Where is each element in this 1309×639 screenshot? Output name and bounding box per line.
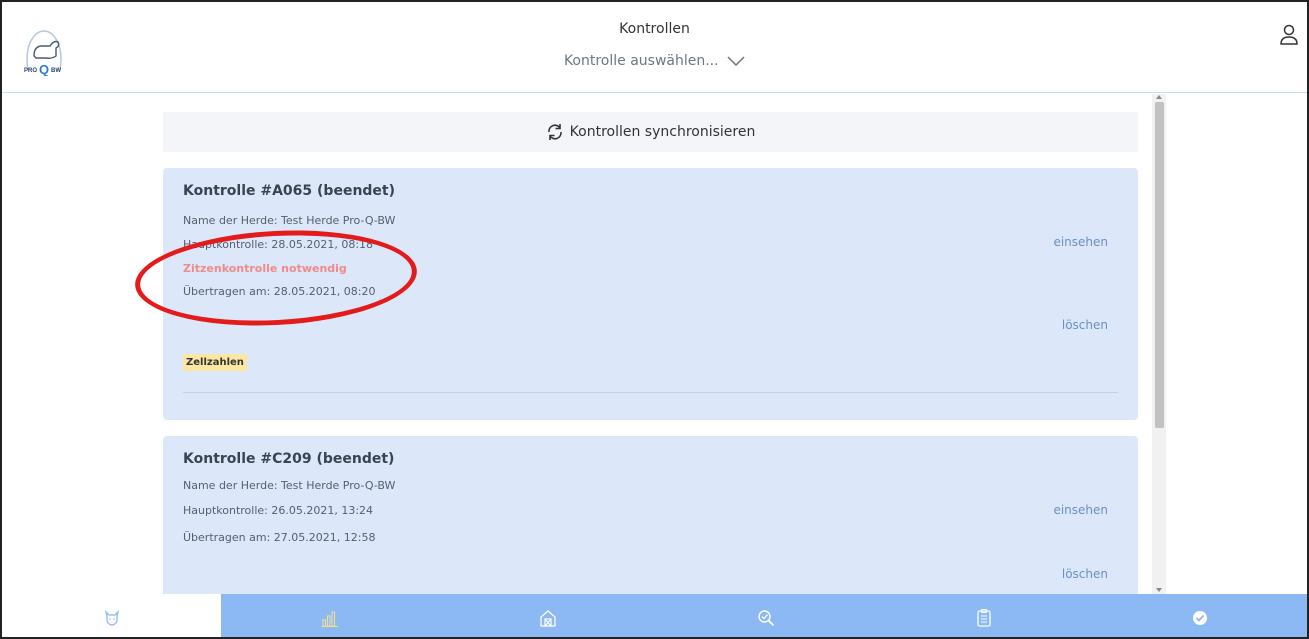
nav-item-herd[interactable] [2,594,221,637]
main-control-date: Hauptkontrolle: 26.05.2021, 13:24 [183,504,374,517]
herd-name: Name der Herde: Test Herde Pro-Q-BW [183,214,396,227]
teat-check-warning: Zitzenkontrolle notwendig [183,262,347,275]
main-control-date: Hauptkontrolle: 28.05.2021, 08:18 [183,238,374,251]
scrollbar-thumb[interactable] [1155,102,1164,428]
bar-chart-icon [322,611,338,627]
view-link[interactable]: einsehen [1053,235,1108,249]
barn-icon [540,609,556,627]
scroll-down-arrow[interactable] [1156,588,1162,592]
nav-item-checklist[interactable] [875,594,1093,637]
bottom-navbar [2,594,1307,637]
delete-link[interactable]: löschen [1062,318,1108,332]
scrollbar[interactable] [1152,94,1166,594]
controls-list: Kontrollen synchronisieren Kontrolle #A0… [2,94,1168,594]
transferred-date: Übertragen am: 28.05.2021, 08:20 [183,285,376,298]
control-title: Kontrolle #A065 (beendet) [183,183,396,199]
transferred-date: Übertragen am: 27.05.2021, 12:58 [183,531,376,544]
control-title: Kontrolle #C209 (beendet) [183,451,395,467]
clipboard-icon [977,608,991,627]
sync-controls-button[interactable]: Kontrollen synchronisieren [163,112,1138,152]
delete-link[interactable]: löschen [1062,567,1108,581]
control-card: Kontrolle #A065 (beendet) Name der Herde… [163,168,1138,420]
app-frame: PRO Q BW Kontrollen Kontrolle auswählen.… [0,0,1309,639]
chevron-down-icon [727,56,745,66]
cow-icon [104,609,119,626]
cell-count-badge: Zellzahlen [183,354,247,371]
control-select[interactable]: Kontrolle auswählen... [2,53,1307,69]
control-select-label: Kontrolle auswählen... [563,53,719,69]
check-circle-icon [1193,610,1207,625]
sync-label: Kontrollen synchronisieren [569,124,756,140]
user-icon[interactable] [1279,24,1299,46]
scroll-up-arrow[interactable] [1156,95,1162,99]
sync-icon [547,124,562,140]
app-header: PRO Q BW Kontrollen Kontrolle auswählen.… [2,2,1307,93]
nav-item-statistics[interactable] [221,594,439,637]
herd-name: Name der Herde: Test Herde Pro-Q-BW [183,479,396,492]
nav-item-farm[interactable] [439,594,657,637]
control-card: Kontrolle #C209 (beendet) Name der Herde… [163,436,1138,594]
nav-item-done[interactable] [1093,594,1307,637]
magnifier-check-icon [758,609,775,626]
card-divider [183,392,1118,393]
nav-item-inspection[interactable] [657,594,875,637]
view-link[interactable]: einsehen [1053,503,1108,517]
page-title: Kontrollen [619,21,690,37]
